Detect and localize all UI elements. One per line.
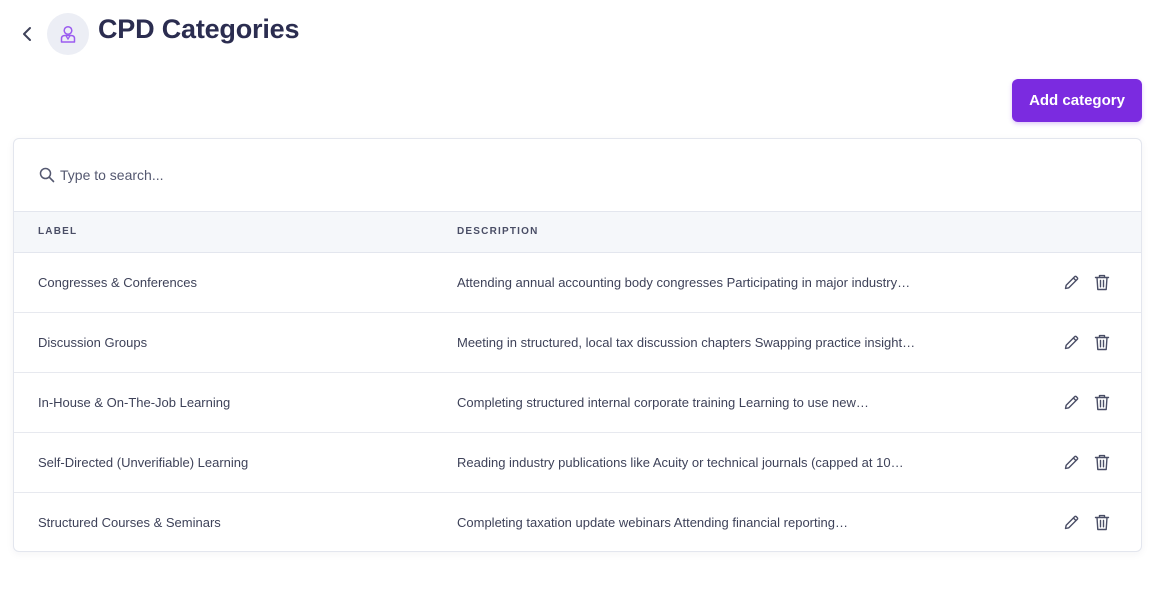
column-header-description: DESCRIPTION	[457, 226, 539, 237]
delete-button[interactable]	[1092, 272, 1112, 292]
row-description: Attending annual accounting body congres…	[457, 275, 911, 290]
table-row[interactable]: Self-Directed (Unverifiable) Learning Re…	[14, 433, 1141, 493]
row-description: Completing taxation update webinars Atte…	[457, 515, 848, 530]
edit-button[interactable]	[1061, 512, 1081, 532]
delete-button[interactable]	[1092, 512, 1112, 532]
edit-button[interactable]	[1061, 272, 1081, 292]
search-input[interactable]	[60, 161, 660, 189]
delete-button[interactable]	[1092, 452, 1112, 472]
trash-icon	[1094, 394, 1110, 410]
delete-button[interactable]	[1092, 332, 1112, 352]
page-avatar	[47, 13, 89, 55]
row-label: In-House & On-The-Job Learning	[38, 395, 231, 410]
trash-icon	[1094, 274, 1110, 290]
pencil-icon	[1064, 395, 1078, 409]
add-category-button[interactable]: Add category	[1012, 79, 1142, 122]
pencil-icon	[1064, 335, 1078, 349]
row-label: Self-Directed (Unverifiable) Learning	[38, 455, 249, 470]
column-header-label: LABEL	[38, 226, 78, 237]
delete-button[interactable]	[1092, 392, 1112, 412]
row-label: Structured Courses & Seminars	[38, 515, 221, 530]
pencil-icon	[1064, 275, 1078, 289]
table-body: Congresses & Conferences Attending annua…	[14, 253, 1141, 551]
row-label: Congresses & Conferences	[38, 275, 197, 290]
page-header: CPD Categories	[0, 0, 1162, 70]
table-row[interactable]: In-House & On-The-Job Learning Completin…	[14, 373, 1141, 433]
back-button[interactable]	[16, 22, 38, 46]
row-description: Completing structured internal corporate…	[457, 395, 869, 410]
table-row[interactable]: Structured Courses & Seminars Completing…	[14, 493, 1141, 551]
trash-icon	[1094, 514, 1110, 530]
edit-button[interactable]	[1061, 332, 1081, 352]
search-icon	[39, 167, 55, 183]
chevron-left-icon	[23, 27, 31, 41]
pencil-icon	[1064, 455, 1078, 469]
table-row[interactable]: Discussion Groups Meeting in structured,…	[14, 313, 1141, 373]
row-description: Reading industry publications like Acuit…	[457, 455, 904, 470]
page-title: CPD Categories	[98, 14, 300, 44]
categories-table-card: LABEL DESCRIPTION Congresses & Conferenc…	[13, 138, 1142, 552]
edit-button[interactable]	[1061, 452, 1081, 472]
row-description: Meeting in structured, local tax discuss…	[457, 335, 917, 350]
table-header: LABEL DESCRIPTION	[14, 212, 1141, 253]
edit-button[interactable]	[1061, 392, 1081, 412]
user-badge-icon	[60, 25, 76, 43]
row-label: Discussion Groups	[38, 335, 148, 350]
pencil-icon	[1064, 515, 1078, 529]
search-bar	[14, 139, 1141, 212]
trash-icon	[1094, 454, 1110, 470]
table-row[interactable]: Congresses & Conferences Attending annua…	[14, 253, 1141, 313]
trash-icon	[1094, 334, 1110, 350]
